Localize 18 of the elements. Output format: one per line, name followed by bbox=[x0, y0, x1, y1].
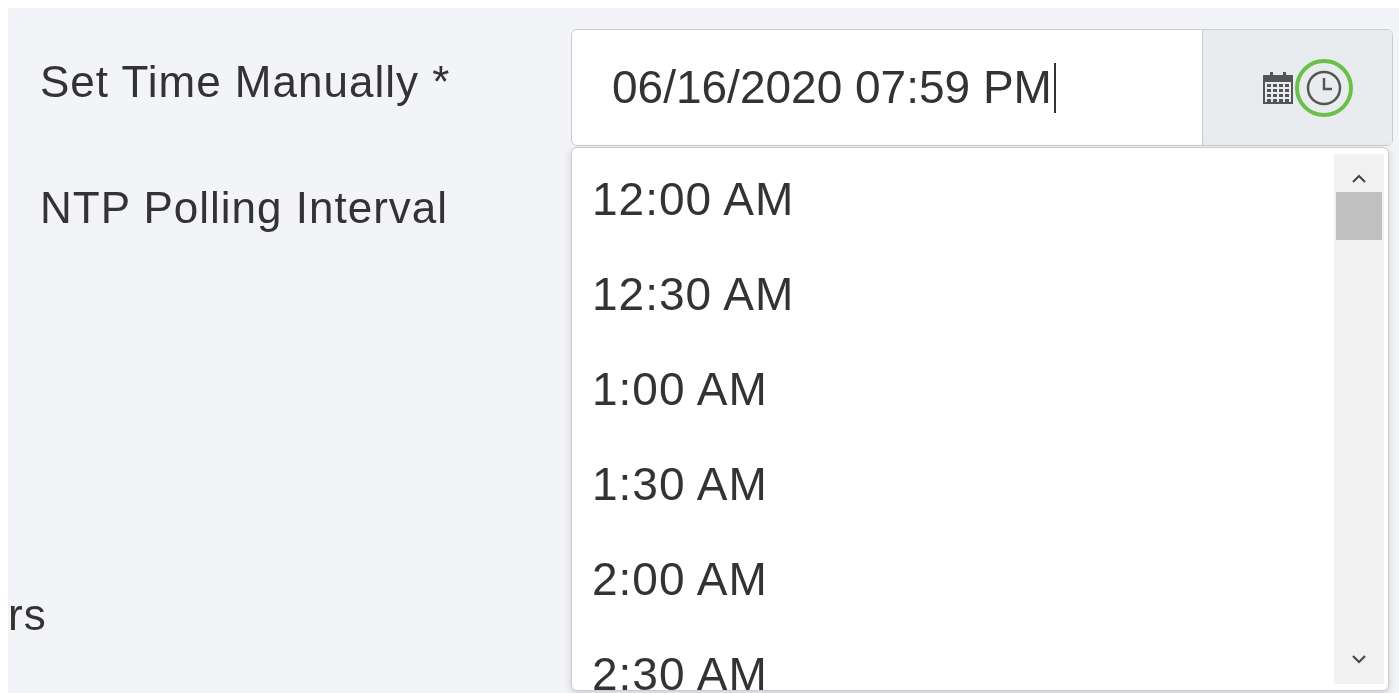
calendar-button[interactable] bbox=[1262, 71, 1293, 104]
calendar-icon bbox=[1262, 71, 1293, 104]
clock-button[interactable] bbox=[1294, 58, 1353, 117]
time-option[interactable]: 12:00 AM bbox=[572, 170, 1334, 265]
time-option[interactable]: 2:30 AM bbox=[572, 645, 1334, 690]
time-option[interactable]: 1:30 AM bbox=[572, 455, 1334, 550]
field-label: Set Time Manually * bbox=[40, 60, 451, 104]
time-option[interactable]: 12:30 AM bbox=[572, 265, 1334, 360]
scrollbar-thumb[interactable] bbox=[1336, 192, 1382, 240]
datetime-field[interactable]: 06/16/2020 07:59 PM bbox=[571, 29, 1393, 146]
scrollbar[interactable] bbox=[1334, 154, 1384, 684]
field-label: rs bbox=[8, 593, 47, 637]
scroll-down-icon[interactable] bbox=[1351, 654, 1367, 664]
time-option[interactable]: 2:00 AM bbox=[572, 550, 1334, 645]
text-cursor bbox=[1053, 62, 1056, 113]
field-label: NTP Polling Interval bbox=[40, 186, 450, 230]
scroll-up-icon[interactable] bbox=[1351, 174, 1367, 184]
time-option[interactable]: 1:00 AM bbox=[572, 360, 1334, 455]
